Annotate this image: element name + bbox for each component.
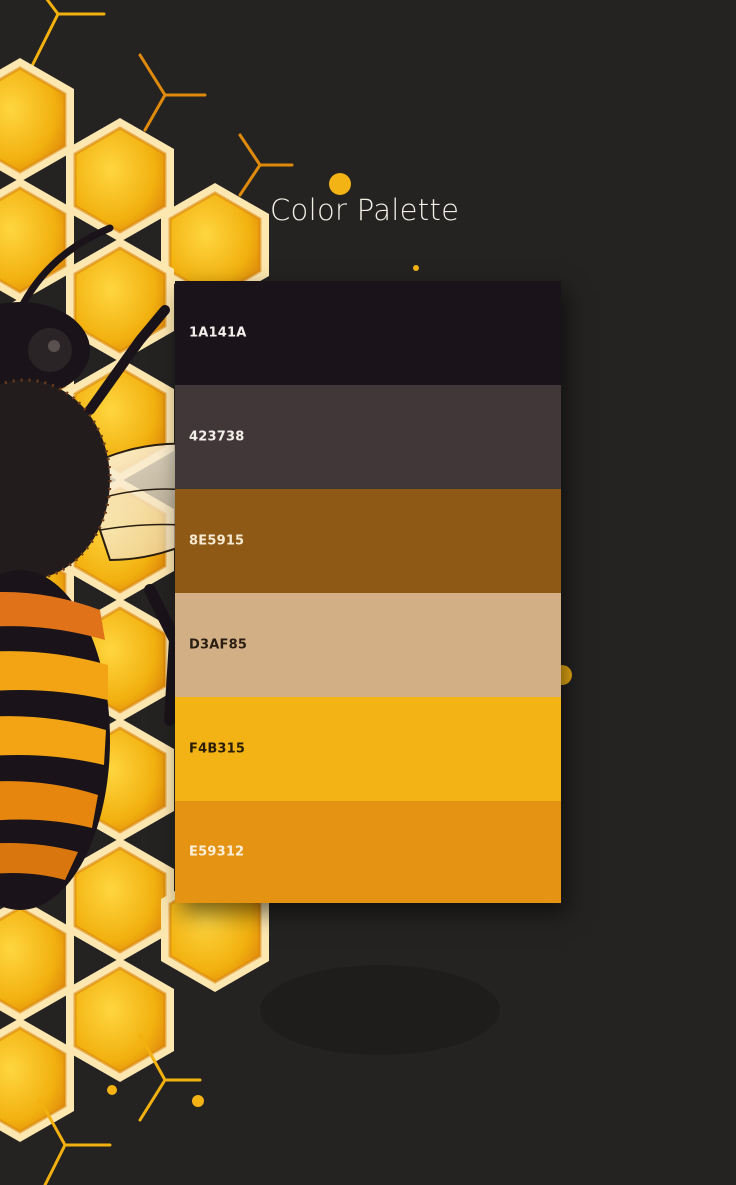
color-swatch[interactable]: 1A141A: [175, 281, 561, 385]
color-swatch[interactable]: D3AF85: [175, 593, 561, 697]
color-code-label: E59312: [189, 844, 245, 860]
page-title: Color Palette: [270, 193, 460, 227]
color-swatch[interactable]: F4B315: [175, 697, 561, 801]
color-swatch[interactable]: 8E5915: [175, 489, 561, 593]
color-code-label: F4B315: [189, 741, 246, 757]
color-code-label: 1A141A: [189, 325, 247, 341]
color-code-label: 8E5915: [189, 533, 245, 549]
color-swatch[interactable]: 423738: [175, 385, 561, 489]
color-code-label: D3AF85: [189, 637, 248, 653]
color-code-label: 423738: [189, 429, 245, 445]
color-swatch[interactable]: E59312: [175, 801, 561, 903]
color-palette: 1A141A 423738 8E5915 D3AF85 F4B315 E5931…: [175, 281, 561, 903]
